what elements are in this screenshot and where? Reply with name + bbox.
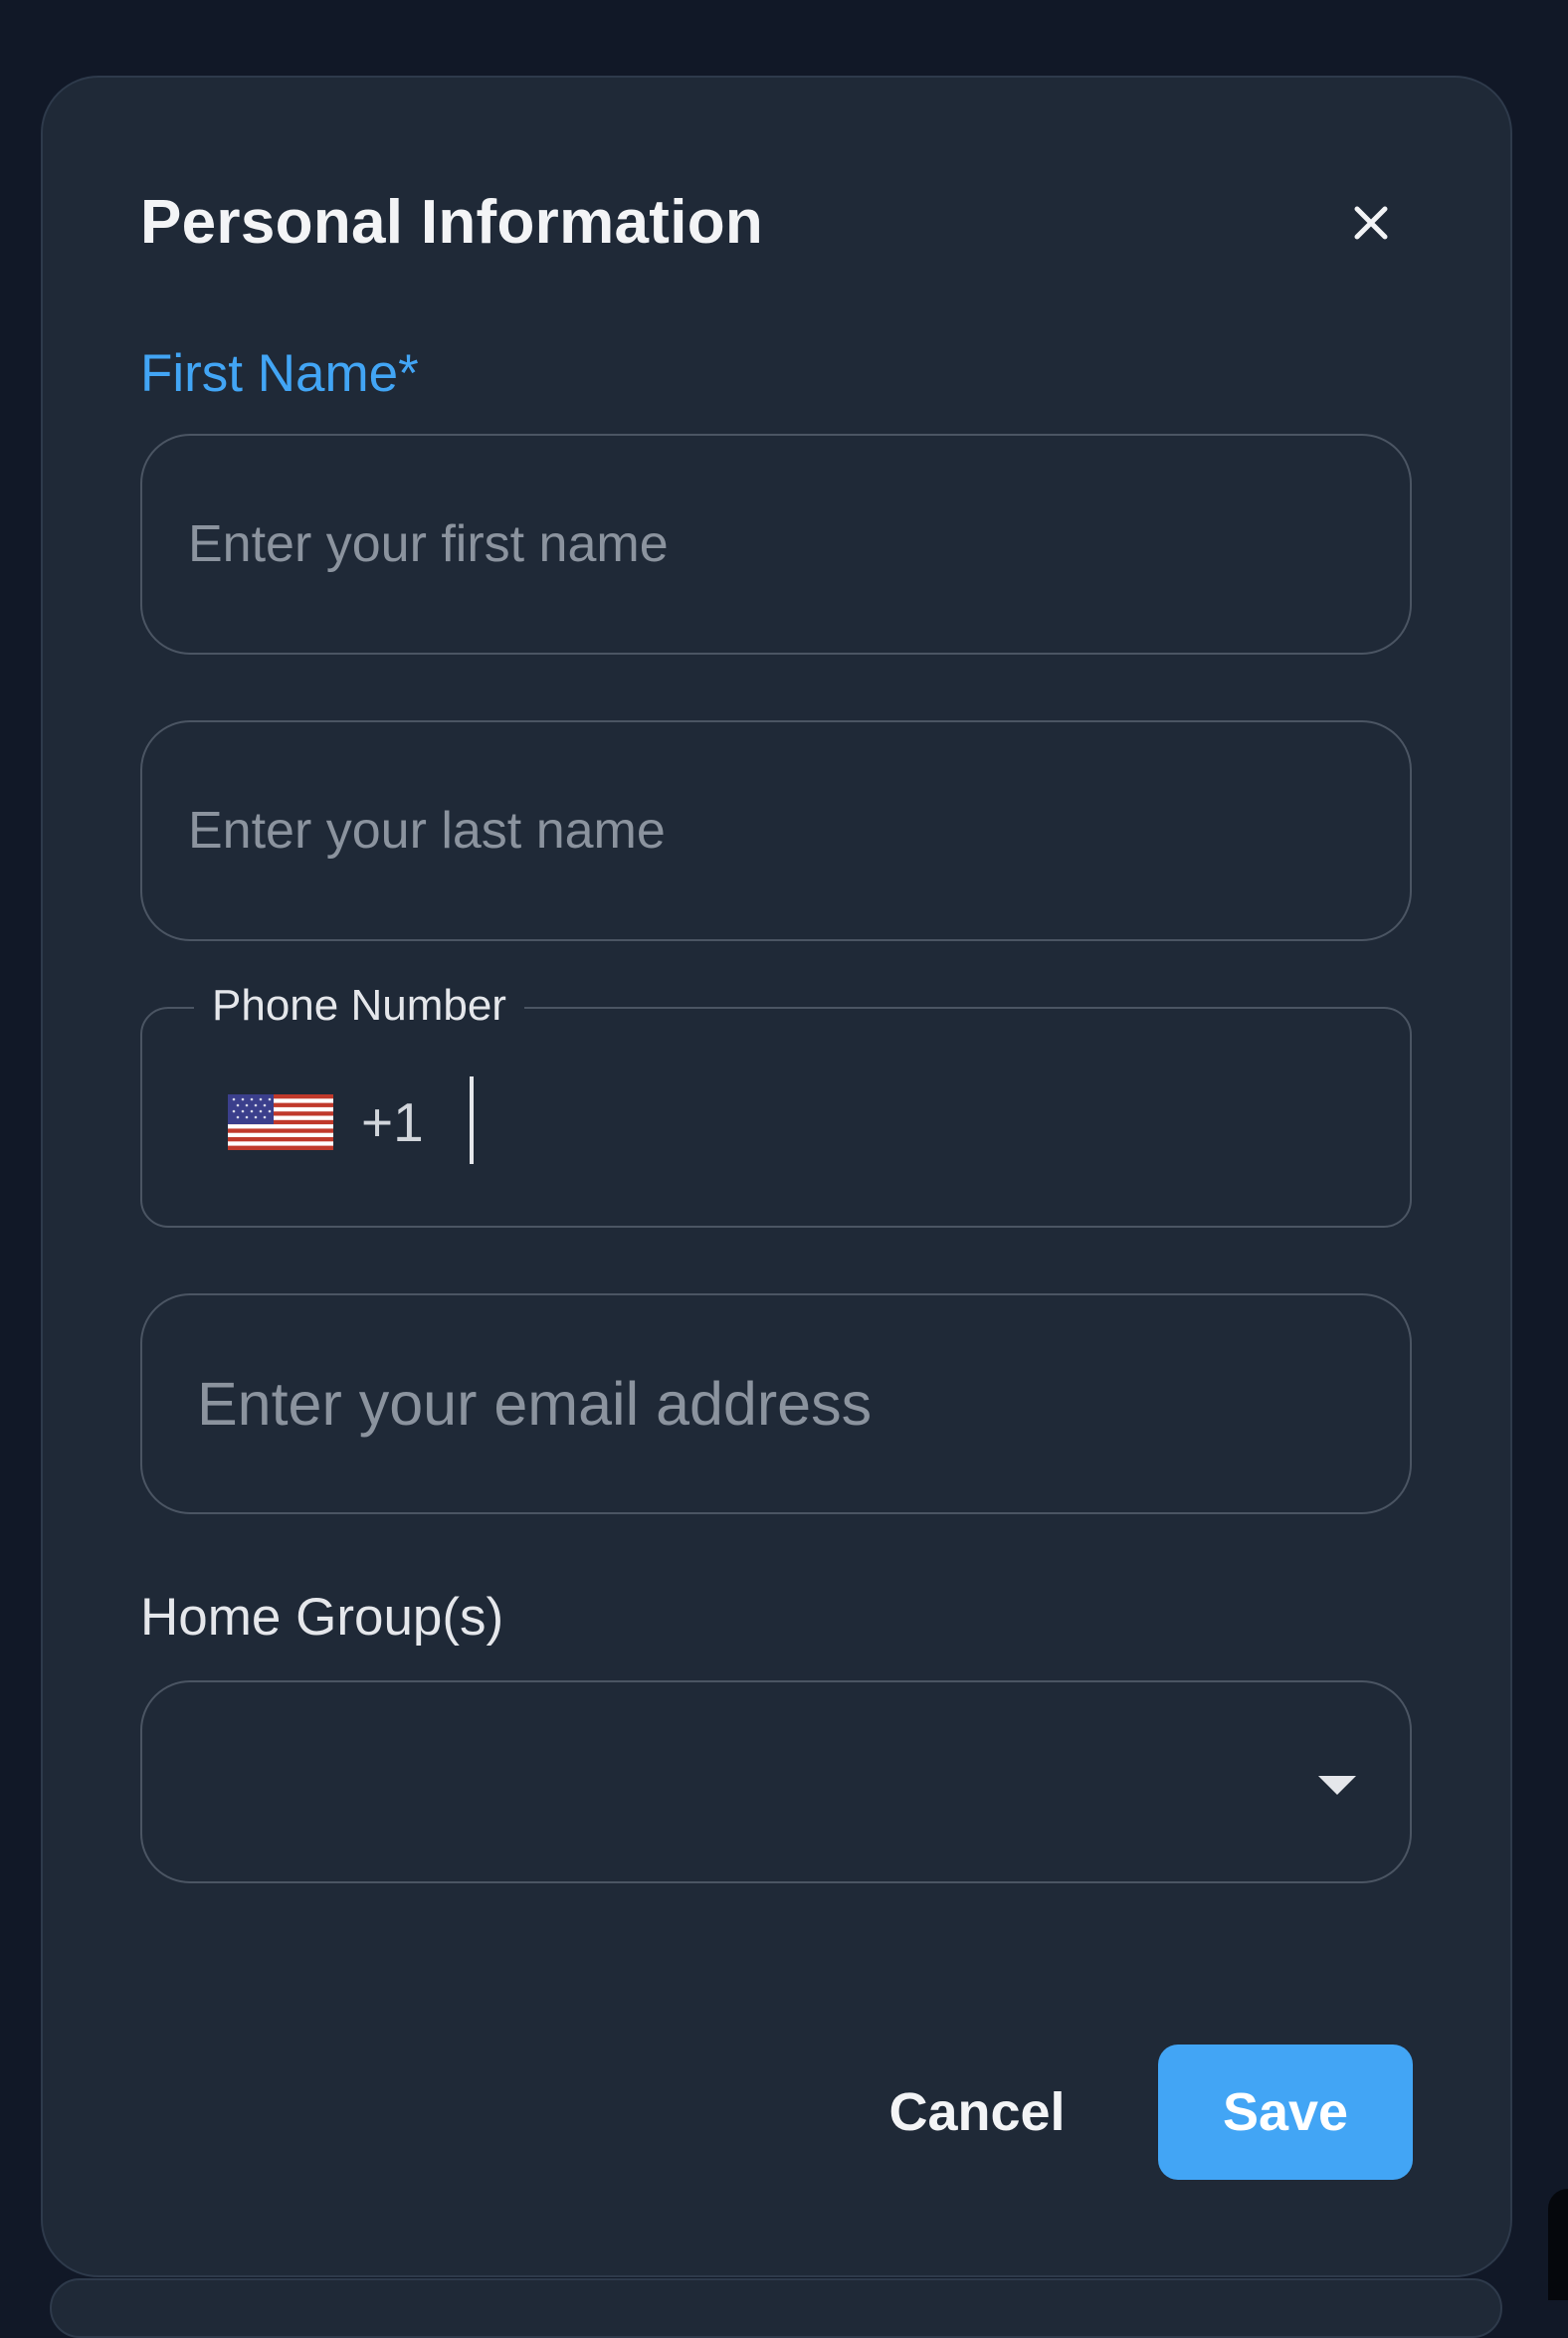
first-name-input[interactable] — [188, 436, 1364, 653]
phone-number-field[interactable]: Phone Number +1 — [140, 981, 1412, 1228]
us-flag-icon[interactable] — [228, 1094, 333, 1150]
close-button[interactable] — [1343, 195, 1399, 251]
email-input[interactable] — [197, 1295, 1373, 1512]
phone-number-label: Phone Number — [194, 981, 524, 1031]
save-button[interactable]: Save — [1158, 2045, 1413, 2180]
home-groups-label: Home Group(s) — [140, 1588, 504, 1647]
dialog-title: Personal Information — [140, 188, 764, 257]
home-groups-select[interactable] — [140, 1680, 1412, 1883]
next-dialog-edge — [50, 2278, 1502, 2338]
first-name-field[interactable] — [140, 434, 1412, 655]
close-icon — [1354, 206, 1388, 240]
dropdown-arrow-icon[interactable] — [1318, 1776, 1356, 1795]
last-name-input[interactable] — [188, 722, 1364, 939]
cancel-button[interactable]: Cancel — [876, 2045, 1078, 2180]
text-cursor — [470, 1076, 474, 1164]
first-name-label: First Name* — [140, 344, 419, 403]
last-name-field[interactable] — [140, 720, 1412, 941]
corner-shadow — [1548, 2189, 1568, 2300]
dial-code: +1 — [361, 1091, 424, 1153]
email-field[interactable] — [140, 1293, 1412, 1514]
